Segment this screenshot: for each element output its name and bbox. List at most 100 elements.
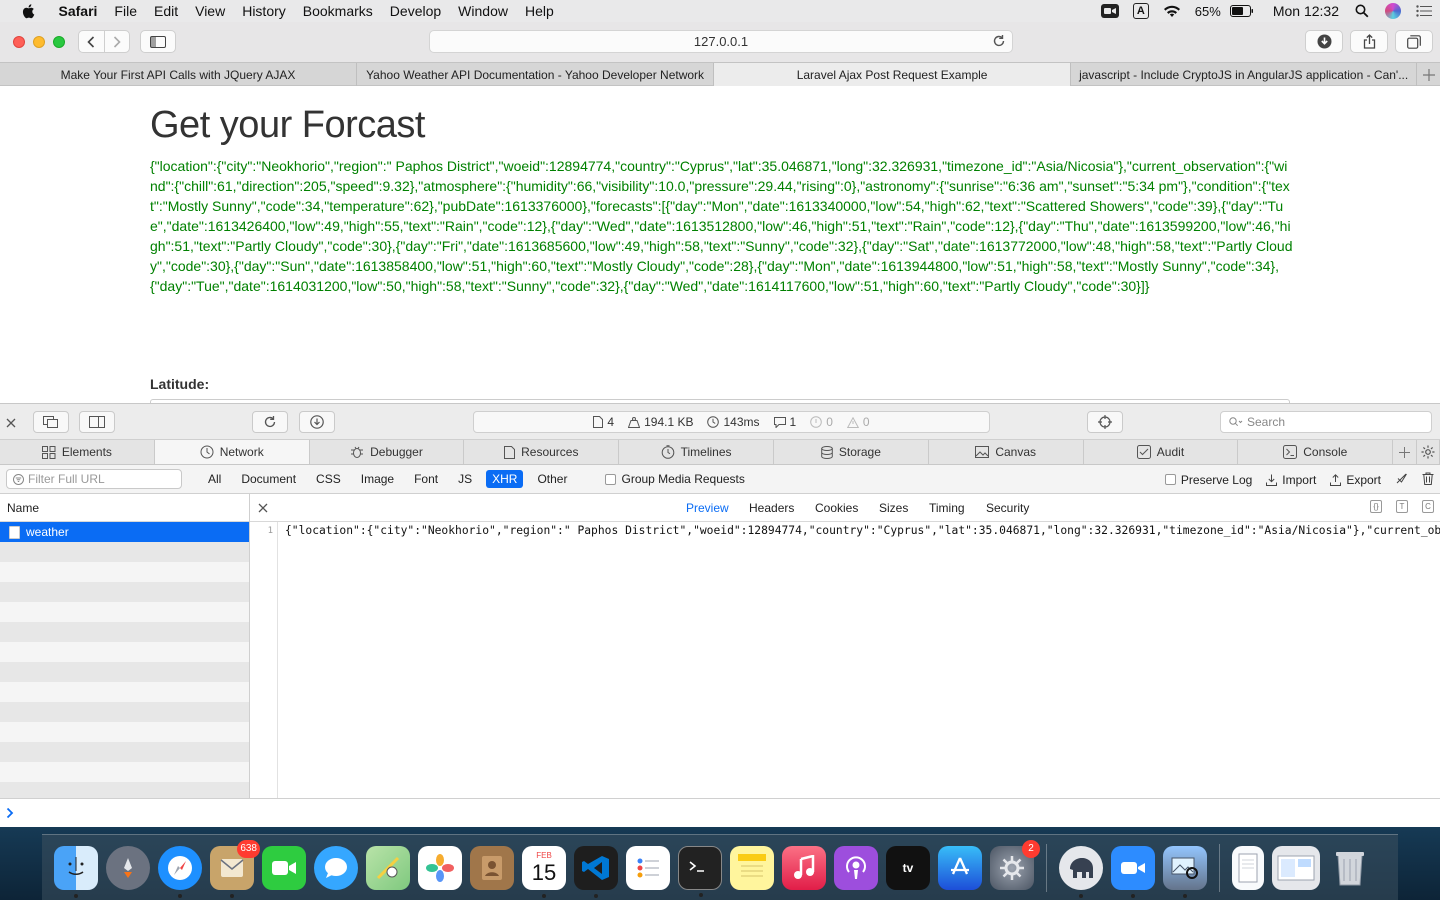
launchpad-icon[interactable] (106, 845, 150, 890)
tableplus-elephant-icon[interactable] (1059, 845, 1103, 898)
type-filter-font[interactable]: Font (408, 470, 444, 488)
detail-tab-cookies[interactable]: Cookies (815, 501, 858, 515)
console-prompt[interactable] (0, 798, 1440, 828)
documents-stack-icon[interactable] (1232, 845, 1264, 890)
zoom-icon[interactable] (1111, 845, 1155, 898)
downloads-button[interactable] (1305, 30, 1343, 53)
battery-icon[interactable] (1229, 3, 1254, 19)
preview-icon[interactable] (1163, 845, 1207, 898)
name-column-header[interactable]: Name (0, 494, 249, 522)
share-button[interactable] (1350, 30, 1388, 53)
tab-network[interactable]: Network (154, 440, 310, 464)
inspector-search-input[interactable]: Search (1220, 411, 1432, 433)
detail-tab-sizes[interactable]: Sizes (879, 501, 908, 515)
detach-inspector-button[interactable] (33, 411, 69, 433)
export-button[interactable]: Export (1330, 473, 1381, 487)
menu-view[interactable]: View (187, 0, 234, 22)
menu-clock[interactable]: Mon 12:32 (1273, 3, 1339, 19)
type-filter-document[interactable]: Document (235, 470, 302, 488)
type-toggle-icon[interactable]: T (1396, 500, 1408, 513)
downloads-stack-icon[interactable] (1272, 845, 1320, 890)
siri-icon[interactable] (1385, 3, 1401, 19)
tab-resources[interactable]: Resources (464, 440, 620, 464)
vscode-icon[interactable] (574, 845, 618, 898)
tab-canvas[interactable]: Canvas (929, 440, 1084, 464)
close-inspector-icon[interactable] (6, 415, 16, 433)
maps-icon[interactable] (366, 845, 410, 890)
notification-center-icon[interactable] (1415, 3, 1433, 19)
forward-button[interactable] (105, 31, 130, 52)
minimize-window-button[interactable] (33, 36, 45, 48)
tab-debugger[interactable]: Debugger (310, 440, 465, 464)
calendar-icon[interactable]: FEB 15 (522, 845, 566, 898)
spotlight-search-icon[interactable] (1353, 3, 1371, 19)
filter-url-input[interactable]: Filter Full URL (6, 469, 182, 489)
app-store-icon[interactable] (938, 845, 982, 890)
tab-elements[interactable]: Elements (0, 440, 155, 464)
dock-side-button[interactable] (79, 411, 115, 433)
request-row-weather[interactable]: weather (0, 522, 249, 542)
copy-icon[interactable]: C (1422, 500, 1434, 513)
trash-icon[interactable] (1328, 846, 1372, 890)
inspector-settings-button[interactable] (1417, 440, 1440, 464)
terminal-icon[interactable] (678, 845, 722, 897)
wifi-icon[interactable] (1163, 3, 1181, 19)
download-archive-button[interactable] (299, 411, 335, 433)
menu-edit[interactable]: Edit (145, 0, 186, 22)
sidebar-toggle-button[interactable] (140, 30, 176, 53)
podcasts-icon[interactable] (834, 845, 878, 890)
menu-bookmarks[interactable]: Bookmarks (294, 0, 381, 22)
reload-page-button[interactable] (252, 411, 288, 433)
mail-icon[interactable]: 638 (210, 839, 260, 898)
browser-tab[interactable]: javascript - Include CryptoJS in Angular… (1071, 63, 1418, 86)
detail-tab-timing[interactable]: Timing (929, 501, 965, 515)
disable-caches-button[interactable] (1395, 472, 1408, 488)
type-filter-image[interactable]: Image (355, 470, 400, 488)
browser-tab[interactable]: Yahoo Weather API Documentation - Yahoo … (357, 63, 715, 86)
address-bar[interactable]: 127.0.0.1 (429, 30, 1013, 53)
menu-develop[interactable]: Develop (381, 0, 449, 22)
group-media-checkbox[interactable]: Group Media Requests (605, 472, 745, 486)
input-source-indicator[interactable]: A (1132, 3, 1149, 19)
type-filter-xhr[interactable]: XHR (486, 470, 524, 488)
type-filter-other[interactable]: Other (531, 470, 573, 488)
type-filter-css[interactable]: CSS (310, 470, 347, 488)
detail-tab-preview[interactable]: Preview (686, 501, 729, 515)
notes-icon[interactable] (730, 845, 774, 890)
reminders-icon[interactable] (626, 845, 670, 890)
tab-timelines[interactable]: Timelines (619, 440, 774, 464)
menu-window[interactable]: Window (450, 0, 517, 22)
browser-tab-active[interactable]: Laravel Ajax Post Request Example (714, 63, 1072, 86)
close-detail-icon[interactable] (258, 500, 268, 516)
detail-tab-security[interactable]: Security (986, 501, 1029, 515)
tab-overview-button[interactable] (1395, 30, 1433, 53)
activity-viewer[interactable]: 4 194.1 KB 143ms 1 0 0 (473, 411, 990, 433)
tab-storage[interactable]: Storage (774, 440, 929, 464)
preserve-log-checkbox[interactable]: Preserve Log (1164, 473, 1252, 487)
messages-icon[interactable] (314, 845, 358, 890)
apple-tv-icon[interactable]: tv (886, 845, 930, 890)
import-button[interactable]: Import (1266, 473, 1316, 487)
type-filter-js[interactable]: JS (452, 470, 478, 488)
fullscreen-window-button[interactable] (53, 36, 65, 48)
element-picker-button[interactable] (1087, 411, 1123, 433)
apple-logo-icon[interactable] (20, 2, 38, 20)
photos-icon[interactable] (418, 845, 462, 890)
pretty-print-icon[interactable]: {} (1370, 500, 1382, 513)
music-icon[interactable] (782, 845, 826, 890)
detail-tab-headers[interactable]: Headers (749, 501, 794, 515)
reload-icon[interactable] (992, 34, 1006, 51)
system-preferences-icon[interactable]: 2 (990, 839, 1040, 890)
close-window-button[interactable] (13, 36, 25, 48)
zoom-status-icon[interactable] (1100, 3, 1119, 19)
response-preview-code[interactable]: {"location":{"city":"Neokhorio","region"… (285, 524, 1440, 537)
tab-audit[interactable]: Audit (1084, 440, 1239, 464)
facetime-icon[interactable] (262, 845, 306, 890)
menu-help[interactable]: Help (516, 0, 562, 22)
battery-percent[interactable]: 65% (1195, 4, 1221, 19)
new-tab-button[interactable] (1417, 63, 1440, 86)
menu-app-name[interactable]: Safari (50, 0, 106, 22)
tab-console[interactable]: Console (1238, 440, 1394, 464)
menu-history[interactable]: History (234, 0, 295, 22)
type-filter-all[interactable]: All (202, 470, 227, 488)
